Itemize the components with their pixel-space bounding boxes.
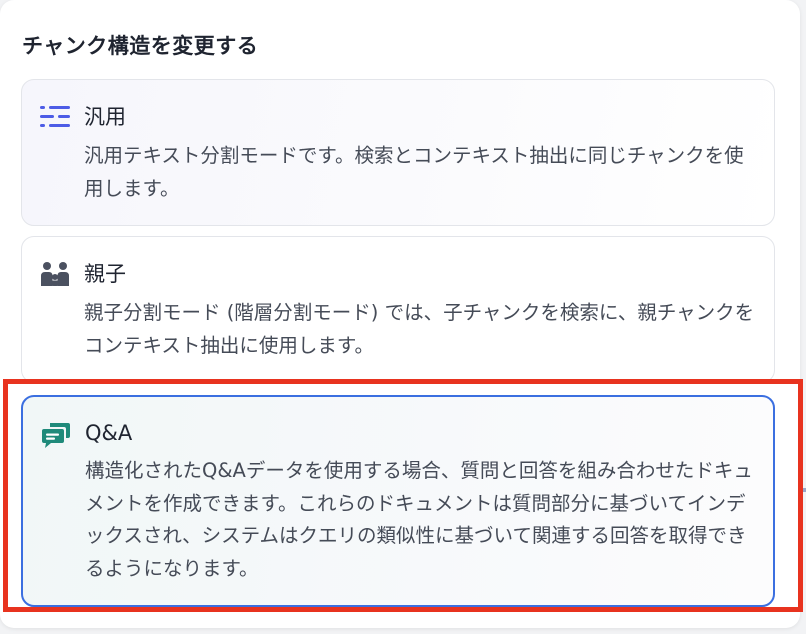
option-parent-child-description: 親子分割モード (階層分割モード) では、子チャンクを検索に、親チャンクをコンテ…: [84, 301, 755, 357]
panel-title: チャンク構造を変更する: [22, 34, 259, 58]
list-lines-icon: [40, 102, 70, 132]
chunk-structure-panel: チャンク構造を変更する 汎用 汎用テキスト分割モードです。検索とコンテキスト抽出…: [0, 0, 800, 628]
option-parent-child-name: 親子: [84, 262, 126, 286]
option-parent-child[interactable]: 親子 親子分割モード (階層分割モード) では、子チャンクを検索に、親チャンクを…: [21, 236, 775, 383]
option-general-name: 汎用: [84, 105, 126, 129]
option-qa-description: 構造化されたQ&Aデータを使用する場合、質問と回答を組み合わせたドキュメントを作…: [85, 459, 753, 580]
option-qa-name: Q&A: [85, 421, 133, 445]
option-qa[interactable]: Q&A 構造化されたQ&Aデータを使用する場合、質問と回答を組み合わせたドキュメ…: [21, 395, 775, 607]
option-general-description: 汎用テキスト分割モードです。検索とコンテキスト抽出に同じチャンクを使用します。: [84, 144, 744, 200]
qa-chat-icon: [41, 421, 71, 451]
option-general[interactable]: 汎用 汎用テキスト分割モードです。検索とコンテキスト抽出に同じチャンクを使用しま…: [21, 79, 775, 226]
parent-child-icon: [40, 259, 70, 289]
